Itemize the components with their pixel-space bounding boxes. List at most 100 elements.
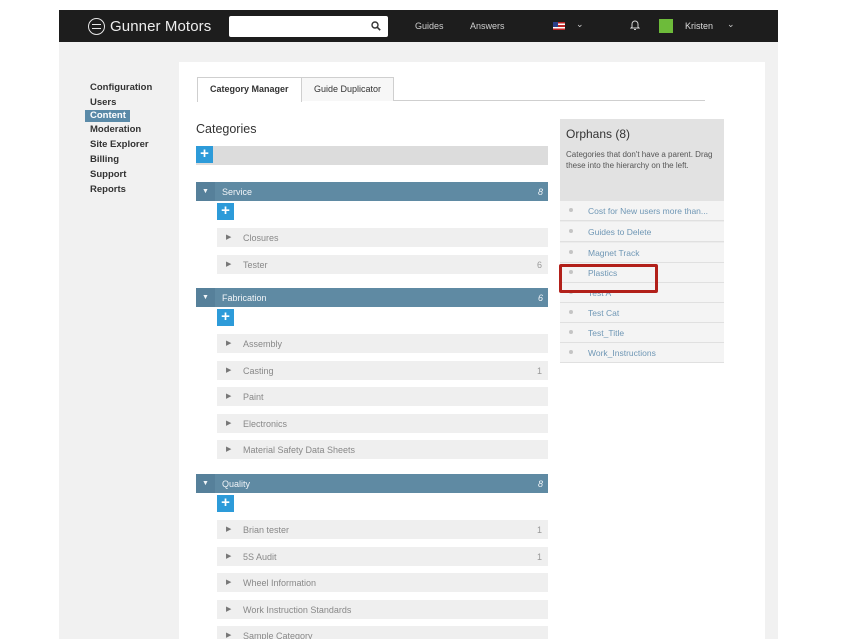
category-group-header[interactable]: ▼ Quality 8 — [196, 474, 548, 493]
nav-answers-link[interactable]: Answers — [470, 21, 505, 31]
category-row[interactable]: ▶ Paint — [217, 387, 548, 406]
category-name: Wheel Information — [243, 578, 317, 588]
drag-handle-icon[interactable] — [569, 330, 573, 334]
category-count: 1 — [536, 366, 542, 376]
category-count: 1 — [536, 552, 542, 562]
sidebar-item-configuration[interactable]: Configuration — [85, 80, 185, 95]
category-row[interactable]: ▶ 5S Audit 1 — [217, 547, 548, 566]
orphans-title: Orphans (8) — [566, 127, 631, 141]
tab-bar: Category Manager Guide Duplicator — [197, 77, 705, 102]
collapse-toggle-icon[interactable]: ▼ — [196, 288, 215, 307]
sidebar-item-billing[interactable]: Billing — [85, 152, 185, 167]
orphan-item[interactable]: Test_Title — [560, 323, 724, 343]
category-row[interactable]: ▶ Material Safety Data Sheets — [217, 440, 548, 459]
group-name: Service — [222, 187, 253, 197]
category-row[interactable]: ▶ Assembly — [217, 334, 548, 353]
category-row[interactable]: ▶ Wheel Information — [217, 573, 548, 592]
sidebar-item-reports[interactable]: Reports — [85, 182, 185, 197]
screenshot-frame: Gunner Motors Guides Answers ⌄ Kristen ⌄… — [0, 0, 842, 639]
category-name: Assembly — [243, 339, 283, 349]
category-row[interactable]: ▶ Casting 1 — [217, 361, 548, 380]
sidebar-item-moderation[interactable]: Moderation — [85, 122, 185, 137]
add-subcategory-button[interactable]: + — [217, 495, 234, 512]
orphan-item[interactable]: Work_Instructions — [560, 343, 724, 363]
category-row[interactable]: ▶ Work Instruction Standards — [217, 600, 548, 619]
tab-guide-duplicator[interactable]: Guide Duplicator — [301, 77, 395, 101]
admin-sidebar: Configuration Users Content Moderation S… — [85, 80, 185, 197]
drag-handle-icon[interactable] — [569, 350, 573, 354]
brand-logo[interactable]: Gunner Motors — [88, 17, 211, 35]
content-panel: Category Manager Guide Duplicator Catego… — [179, 62, 765, 639]
sidebar-item-users[interactable]: Users — [85, 95, 185, 110]
search-icon[interactable] — [371, 21, 381, 31]
collapse-toggle-icon[interactable]: ▼ — [196, 182, 215, 201]
expand-arrow-icon[interactable]: ▶ — [226, 605, 231, 613]
category-row[interactable]: ▶ Tester 6 — [217, 255, 548, 274]
drag-handle-icon[interactable] — [569, 250, 573, 254]
orphan-name: Guides to Delete — [588, 227, 652, 237]
category-name: Work Instruction Standards — [243, 605, 352, 615]
category-count: 1 — [536, 525, 542, 535]
category-group-header[interactable]: ▼ Service 8 — [196, 182, 548, 201]
user-menu-name[interactable]: Kristen — [685, 21, 713, 31]
top-bar: Gunner Motors Guides Answers ⌄ Kristen ⌄ — [59, 10, 778, 42]
category-row[interactable]: ▶ Sample Category — [217, 626, 548, 639]
category-row[interactable]: ▶ Brian tester 1 — [217, 520, 548, 539]
expand-arrow-icon[interactable]: ▶ — [226, 578, 231, 586]
sidebar-item-site-explorer[interactable]: Site Explorer — [85, 137, 185, 152]
drag-handle-icon[interactable] — [569, 208, 573, 212]
expand-arrow-icon[interactable]: ▶ — [226, 525, 231, 533]
add-subcategory-button[interactable]: + — [217, 309, 234, 326]
expand-arrow-icon[interactable]: ▶ — [226, 392, 231, 400]
category-name: Sample Category — [243, 631, 313, 639]
brand-mark-icon — [88, 17, 105, 35]
orphan-name: Work_Instructions — [588, 348, 656, 358]
root-drop-zone[interactable] — [196, 146, 548, 165]
tab-category-manager[interactable]: Category Manager — [197, 77, 302, 102]
orphan-name: Test Cat — [588, 308, 620, 318]
category-row[interactable]: ▶ Electronics — [217, 414, 548, 433]
language-chevron-down-icon[interactable]: ⌄ — [576, 19, 584, 30]
orphan-item[interactable]: Guides to Delete — [560, 222, 724, 242]
orphan-name: Test_Title — [588, 328, 625, 338]
orphan-name: Cost for New users more than... — [588, 206, 708, 216]
expand-arrow-icon[interactable]: ▶ — [226, 631, 231, 639]
search-input[interactable] — [229, 16, 388, 37]
notifications-bell-icon[interactable] — [630, 19, 640, 31]
categories-heading: Categories — [196, 122, 257, 136]
category-group-header[interactable]: ▼ Fabrication 6 — [196, 288, 548, 307]
expand-arrow-icon[interactable]: ▶ — [226, 419, 231, 427]
collapse-toggle-icon[interactable]: ▼ — [196, 474, 215, 493]
category-name: Tester — [243, 260, 268, 270]
drag-handle-icon[interactable] — [569, 229, 573, 233]
sidebar-item-content[interactable]: Content — [85, 110, 130, 122]
category-row[interactable]: ▶ Closures — [217, 228, 548, 247]
category-name: Material Safety Data Sheets — [243, 445, 356, 455]
category-name: 5S Audit — [243, 552, 277, 562]
category-name: Electronics — [243, 419, 288, 429]
group-count: 6 — [537, 293, 543, 303]
user-menu-chevron-down-icon[interactable]: ⌄ — [727, 19, 735, 30]
expand-arrow-icon[interactable]: ▶ — [226, 445, 231, 453]
orphans-header: Orphans (8) Categories that don't have a… — [560, 119, 724, 201]
orphan-item[interactable]: Magnet Track — [560, 243, 724, 263]
orphan-item[interactable]: Test Cat — [560, 303, 724, 323]
category-name: Paint — [243, 392, 264, 402]
avatar[interactable] — [659, 19, 673, 33]
language-flag-icon[interactable] — [553, 22, 565, 30]
expand-arrow-icon[interactable]: ▶ — [226, 260, 231, 268]
sidebar-item-support[interactable]: Support — [85, 167, 185, 182]
add-root-category-button[interactable]: + — [196, 146, 213, 163]
expand-arrow-icon[interactable]: ▶ — [226, 339, 231, 347]
expand-arrow-icon[interactable]: ▶ — [226, 366, 231, 374]
add-subcategory-button[interactable]: + — [217, 203, 234, 220]
category-count: 6 — [536, 260, 542, 270]
orphan-name: Magnet Track — [588, 248, 640, 258]
category-name: Casting — [243, 366, 274, 376]
orphan-item[interactable]: Cost for New users more than... — [560, 201, 724, 221]
expand-arrow-icon[interactable]: ▶ — [226, 233, 231, 241]
group-name: Quality — [222, 479, 251, 489]
expand-arrow-icon[interactable]: ▶ — [226, 552, 231, 560]
nav-guides-link[interactable]: Guides — [415, 21, 444, 31]
drag-handle-icon[interactable] — [569, 310, 573, 314]
